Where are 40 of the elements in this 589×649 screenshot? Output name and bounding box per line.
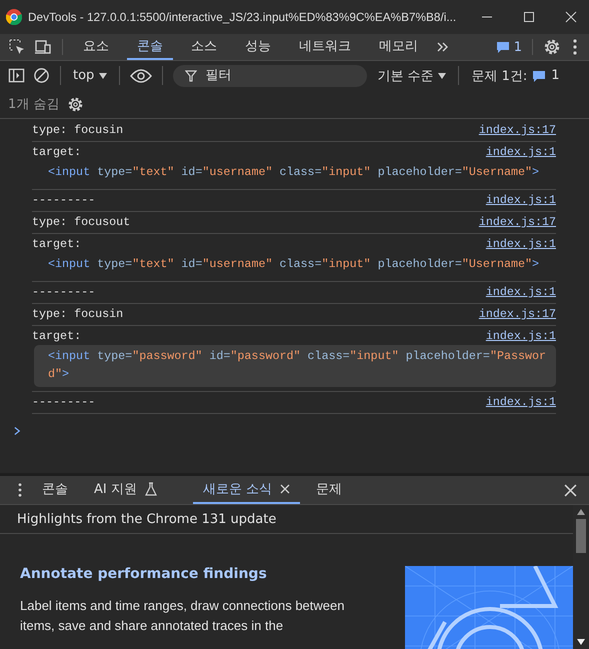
article-title: Annotate performance findings: [20, 566, 268, 582]
article-text: Label items and time ranges, draw connections between items, save and share annotated traces in the: [20, 597, 346, 635]
source-link[interactable]: index.js:1: [486, 193, 556, 207]
panel-tab[interactable]: 요소: [73, 34, 119, 60]
log-message: target:: [32, 237, 82, 251]
drawer-tab[interactable]: 콘솔: [32, 476, 78, 504]
source-link[interactable]: index.js:1: [486, 237, 556, 251]
element-markup[interactable]: <input type="text" id="username" class="input" placeholder="Username">: [34, 161, 556, 185]
window-title: DevTools - 127.0.0.1:5500/interactive_JS/23.input%ED%83%9C%EA%B7%B8/i...: [28, 10, 458, 24]
panel-tab[interactable]: 네트워크: [289, 34, 361, 60]
log-message: ---------: [32, 285, 96, 299]
source-link[interactable]: index.js:17: [478, 215, 556, 229]
source-link[interactable]: index.js:17: [478, 307, 556, 321]
element-markup[interactable]: <input type="text" id="username" class="input" placeholder="Username">: [34, 253, 556, 277]
panel-header: Highlights from the Chrome 131 update: [0, 505, 573, 534]
log-message: type: focusin: [32, 123, 124, 137]
log-message: ---------: [32, 395, 96, 409]
context-dropdown[interactable]: top: [71, 61, 110, 90]
issues-button[interactable]: 문제 1건: 1: [469, 61, 562, 90]
log-message: type: focusout: [32, 215, 130, 229]
drawer-tab[interactable]: AI 지원: [84, 476, 167, 504]
panel-tab[interactable]: 메모리: [369, 34, 428, 60]
source-link[interactable]: index.js:1: [486, 395, 556, 409]
drawer-tab[interactable]: 새로운 소식: [192, 476, 300, 504]
source-link[interactable]: index.js:17: [478, 123, 556, 137]
element-markup[interactable]: <input type="password" id="password" class="input" placeholder="Password">: [34, 345, 556, 387]
log-message: type: focusin: [32, 307, 124, 321]
log-message: target:: [32, 329, 82, 343]
drawer-tab[interactable]: 문제: [306, 476, 352, 504]
source-link[interactable]: index.js:1: [486, 145, 556, 159]
log-message: target:: [32, 145, 82, 159]
panel-tab[interactable]: 성능: [235, 34, 281, 60]
panel-tab[interactable]: 소스: [181, 34, 227, 60]
source-link[interactable]: index.js:1: [486, 285, 556, 299]
source-link[interactable]: index.js:1: [486, 329, 556, 343]
messages-badge[interactable]: 1: [496, 34, 522, 60]
hidden-count: 1개 숨김: [8, 96, 60, 113]
log-levels-dropdown[interactable]: 기본 수준: [375, 61, 448, 90]
log-message: ---------: [32, 193, 96, 207]
filter-field[interactable]: 필터: [173, 64, 368, 86]
